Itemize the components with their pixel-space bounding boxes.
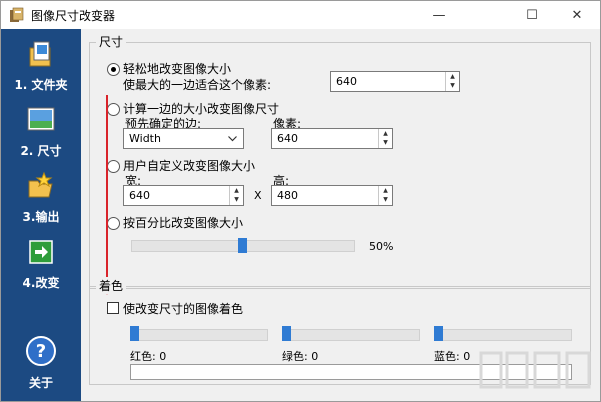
blue-value-label: 蓝色: 0 xyxy=(434,350,471,363)
help-question-icon: ? xyxy=(26,336,56,366)
radio-easy-resize[interactable] xyxy=(107,63,120,76)
sidebar-item-label: 1. 文件夹 xyxy=(14,78,68,92)
sidebar: 1. 文件夹 2. 尺寸 3.输出 4.改变 ? 关于 xyxy=(1,29,81,401)
blue-slider-thumb[interactable] xyxy=(434,326,443,341)
window-title: 图像尺寸改变器 xyxy=(31,9,116,23)
green-slider-track[interactable] xyxy=(282,329,420,341)
option-easy-sublabel: 使最大的一边适合这个像素: xyxy=(123,78,272,92)
height-value: 480 xyxy=(277,189,298,202)
maximize-icon: ☐ xyxy=(526,7,538,23)
color-group-title: 着色 xyxy=(96,277,127,294)
sidebar-item-convert[interactable]: 4.改变 xyxy=(1,237,81,291)
sidebar-item-label: 4.改变 xyxy=(22,276,60,290)
spin-arrows-icon[interactable]: ▲ ▼ xyxy=(229,186,243,205)
side-select-value: Width xyxy=(129,132,161,145)
annotation-arrow-icon xyxy=(101,95,113,295)
sidebar-item-folder[interactable]: 1. 文件夹 xyxy=(1,39,81,93)
sidebar-item-about[interactable]: ? 关于 xyxy=(1,335,81,391)
red-slider-track[interactable] xyxy=(130,329,268,341)
sidebar-item-label: 3.输出 xyxy=(22,210,60,224)
green-arrow-icon xyxy=(29,240,53,264)
chevron-down-icon xyxy=(228,136,237,142)
app-window: 图像尺寸改变器 — ☐ ✕ 1. 文件夹 2. 尺寸 3.输出 4.改变 ? 关… xyxy=(0,0,601,402)
spin-arrows-icon[interactable]: ▲ ▼ xyxy=(378,129,392,148)
pixel-value: 640 xyxy=(277,132,298,145)
width-stepper[interactable]: 640 ▲ ▼ xyxy=(123,185,244,206)
red-slider-thumb[interactable] xyxy=(130,326,139,341)
minimize-button[interactable]: — xyxy=(416,1,462,29)
maximize-button[interactable]: ☐ xyxy=(509,1,555,29)
max-side-pixels-stepper[interactable]: 640 ▲ ▼ xyxy=(330,71,460,92)
app-icon xyxy=(10,7,24,22)
green-slider-thumb[interactable] xyxy=(282,326,291,341)
dimension-x-label: X xyxy=(254,189,262,202)
landscape-picture-icon xyxy=(27,107,55,131)
option-percent-label: 按百分比改变图像大小 xyxy=(123,216,244,230)
colorize-label: 使改变尺寸的图像着色 xyxy=(123,302,244,316)
content-area: 尺寸 轻松地改变图像大小 使最大的一边适合这个像素: 640 ▲ ▼ 计算一边的大… xyxy=(83,29,600,401)
open-folder-star-icon xyxy=(28,171,53,198)
spin-arrows-icon[interactable]: ▲ ▼ xyxy=(445,72,459,91)
size-group-title: 尺寸 xyxy=(96,33,127,50)
green-value-label: 绿色: 0 xyxy=(282,350,319,363)
folder-documents-icon xyxy=(29,41,51,67)
pixel-stepper[interactable]: 640 ▲ ▼ xyxy=(271,128,393,149)
width-value: 640 xyxy=(129,189,150,202)
title-bar: 图像尺寸改变器 — ☐ ✕ xyxy=(1,1,600,29)
height-stepper[interactable]: 480 ▲ ▼ xyxy=(271,185,393,206)
watermark-logo-icon xyxy=(479,351,591,389)
close-button[interactable]: ✕ xyxy=(554,1,600,29)
spin-arrows-icon[interactable]: ▲ ▼ xyxy=(378,186,392,205)
close-icon: ✕ xyxy=(571,7,583,23)
side-select[interactable]: Width xyxy=(123,128,244,149)
sidebar-item-label: 关于 xyxy=(28,376,53,390)
percent-slider-thumb[interactable] xyxy=(238,238,247,253)
svg-text:?: ? xyxy=(36,341,46,362)
percent-value: 50% xyxy=(369,240,394,253)
sidebar-item-label: 2. 尺寸 xyxy=(20,144,62,158)
option-custom-label: 用户自定义改变图像大小 xyxy=(123,159,256,173)
red-value-label: 红色: 0 xyxy=(130,350,167,363)
blue-slider-track[interactable] xyxy=(434,329,572,341)
sidebar-item-output[interactable]: 3.输出 xyxy=(1,171,81,225)
minimize-icon: — xyxy=(432,7,446,23)
colorize-checkbox[interactable] xyxy=(107,302,119,314)
max-side-pixels-value: 640 xyxy=(336,75,357,88)
option-easy-label: 轻松地改变图像大小 xyxy=(123,62,232,76)
sidebar-item-size[interactable]: 2. 尺寸 xyxy=(1,105,81,159)
